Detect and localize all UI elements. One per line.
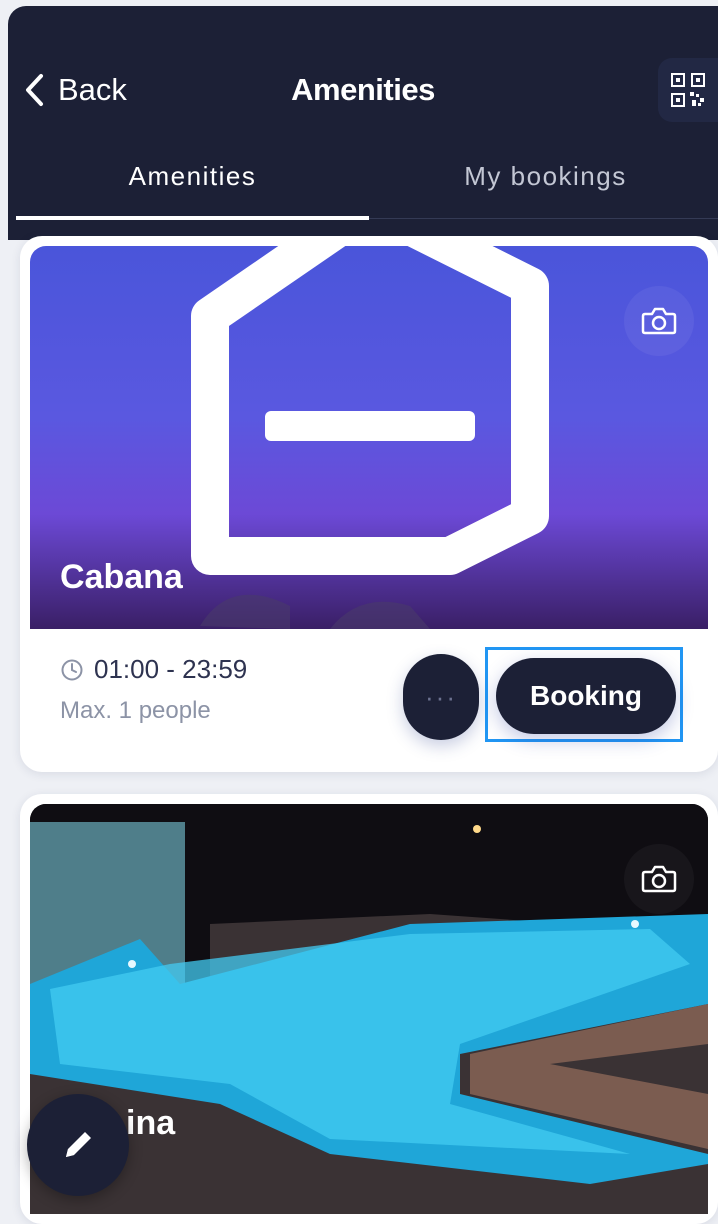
camera-icon — [641, 307, 677, 335]
tab-my-bookings[interactable]: My bookings — [369, 156, 718, 220]
booking-button[interactable]: Booking — [496, 658, 676, 734]
tab-amenities[interactable]: Amenities — [16, 156, 369, 220]
back-label: Back — [58, 72, 127, 107]
tab-bar: Amenities My bookings — [16, 156, 718, 220]
hours-text: 01:00 - 23:59 — [94, 654, 248, 684]
amenity-name: ina — [126, 1104, 176, 1142]
more-dots-icon: ··· — [425, 682, 457, 712]
qr-code-icon — [671, 73, 705, 107]
app-header: Back Amenities Amenities My bookings — [8, 6, 718, 240]
gallery-button[interactable] — [624, 844, 694, 914]
back-button[interactable]: Back — [24, 64, 127, 116]
top-bar: Back Amenities — [8, 6, 718, 156]
tab-divider — [369, 218, 718, 219]
max-people-text: Max. 1 people — [60, 697, 211, 724]
chevron-left-icon — [26, 74, 43, 106]
amenity-image: ina — [30, 804, 708, 1214]
more-options-button[interactable]: ··· — [403, 654, 479, 740]
amenity-info: 01:00 - 23:59 Max. 1 people — [60, 654, 247, 725]
pencil-icon — [66, 1132, 91, 1157]
amenity-card[interactable]: Cabana 01:00 - 23:59 Max. 1 people ··· B… — [20, 236, 718, 772]
clock-icon — [61, 659, 83, 680]
amenity-hours: 01:00 - 23:59 — [60, 654, 247, 685]
edit-fab-button[interactable] — [27, 1094, 129, 1196]
amenity-image: Cabana — [30, 246, 708, 629]
pool-photo — [30, 804, 708, 1214]
active-tab-indicator — [16, 216, 369, 220]
camera-icon — [641, 865, 677, 893]
amenity-name: Cabana — [60, 558, 183, 596]
gallery-button[interactable] — [624, 286, 694, 356]
qr-code-button[interactable] — [658, 58, 718, 122]
